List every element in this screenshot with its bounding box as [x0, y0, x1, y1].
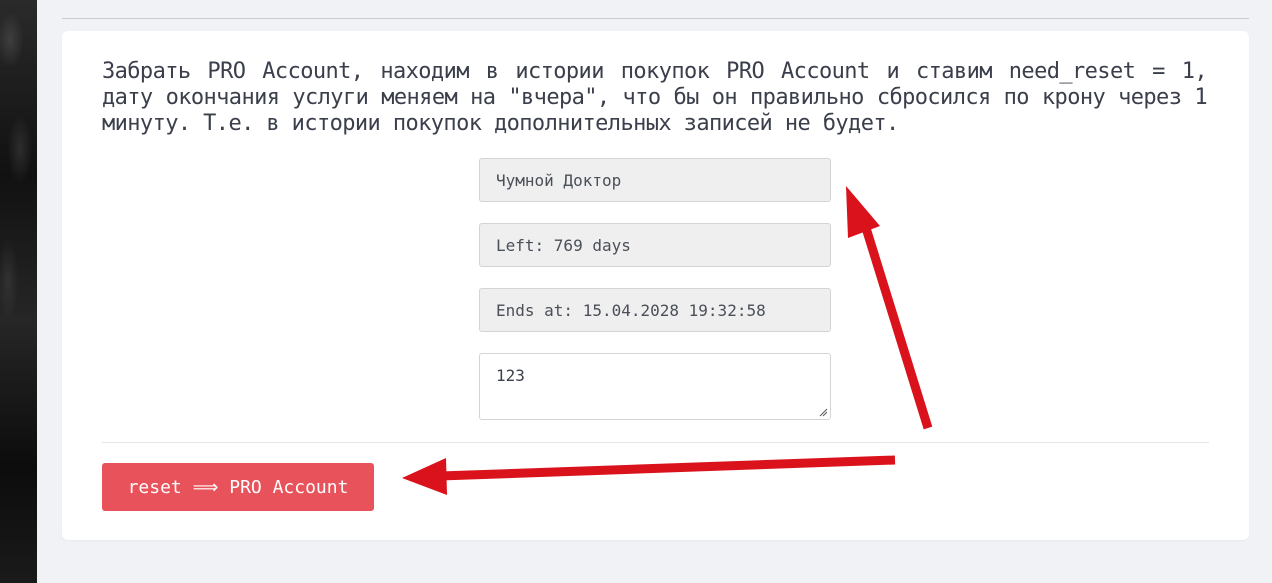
reset-pro-account-button[interactable]: reset ⟹ PRO Account	[102, 463, 374, 511]
instruction-text: Забрать PRO Account, находим в истории п…	[102, 59, 1208, 136]
form-divider	[102, 442, 1209, 443]
days-left-field: Left: 769 days	[479, 223, 831, 267]
comment-textarea[interactable]: 123	[479, 353, 831, 420]
reset-pro-account-card: Забрать PRO Account, находим в истории п…	[62, 31, 1249, 540]
resize-grip-icon[interactable]	[819, 408, 828, 417]
user-name-field: Чумной Доктор	[479, 158, 831, 202]
top-divider	[62, 18, 1249, 19]
ends-at-field: Ends at: 15.04.2028 19:32:58	[479, 288, 831, 332]
background-image-strip	[0, 0, 37, 583]
comment-value: 123	[496, 366, 525, 385]
